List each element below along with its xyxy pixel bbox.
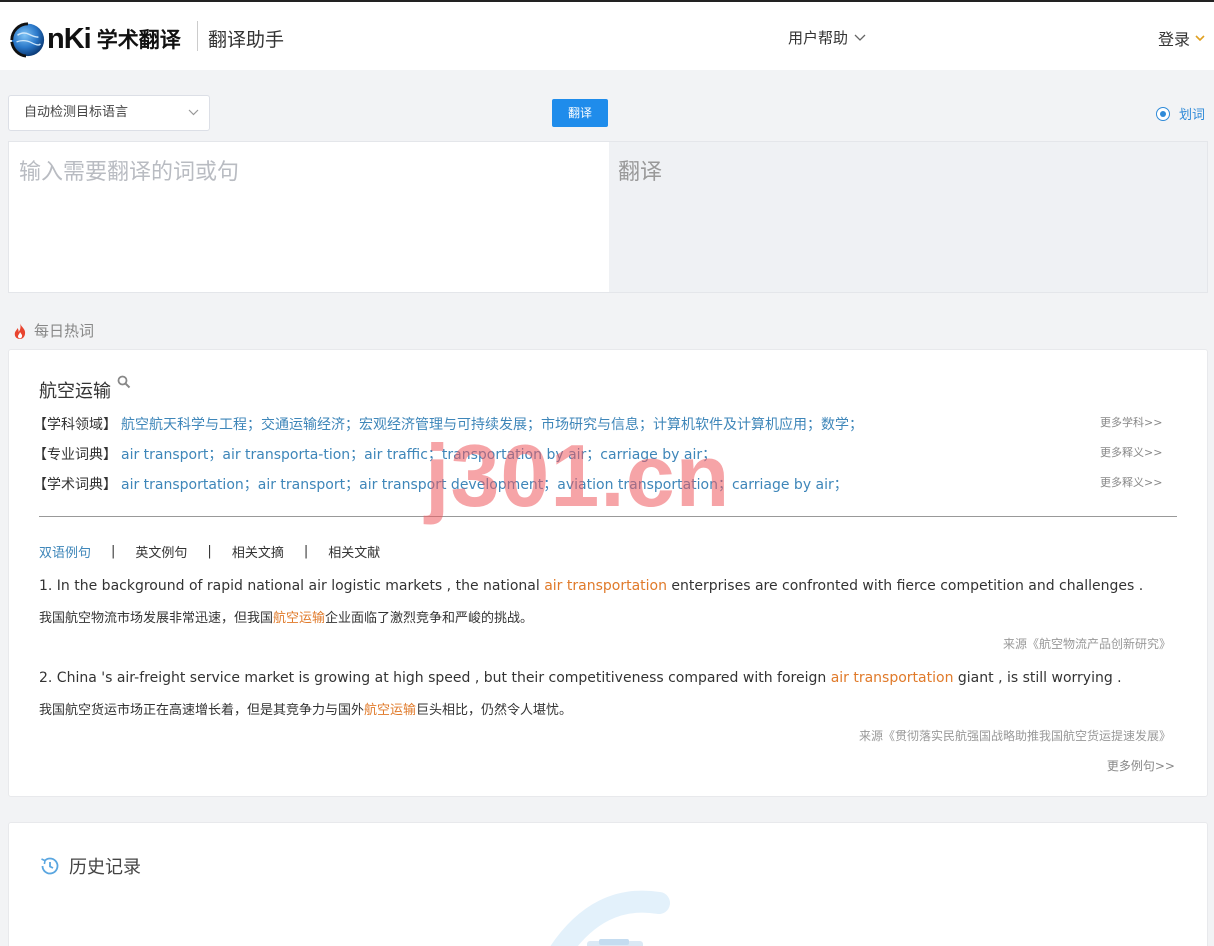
translation-output: 翻译 bbox=[609, 142, 1207, 292]
tab-related-literature[interactable]: 相关文献 bbox=[328, 542, 380, 561]
hot-word-term: 航空运输 bbox=[39, 375, 131, 403]
history-title: 历史记录 bbox=[69, 857, 141, 878]
brand-name: 学术翻译 bbox=[96, 28, 181, 52]
tab-separator: | bbox=[111, 544, 116, 559]
header: nKi 学术翻译 翻译助手 用户帮助 登录 bbox=[0, 2, 1214, 70]
target-language-value: 自动检测目标语言 bbox=[24, 105, 129, 120]
more-definitions-link[interactable]: 更多释义>> bbox=[1100, 444, 1162, 460]
history-heading: 历史记录 bbox=[39, 853, 141, 879]
hot-word-card: 航空运输 【学科领域】 航空航天科学与工程；交通运输经济；宏观经济管理与可持续发… bbox=[8, 349, 1208, 797]
sentence-text: enterprises are confronted with fierce c… bbox=[666, 578, 1144, 594]
academic-dict-row: 【学术词典】 air transportation；air transport；… bbox=[33, 474, 848, 494]
app-title: 翻译助手 bbox=[208, 29, 285, 51]
sentence-text: 我国航空货运市场正在高速增长着，但是其竞争力与国外 bbox=[39, 703, 365, 718]
sentence-text: 1. In the background of rapid national a… bbox=[39, 578, 545, 594]
chevron-down-icon bbox=[188, 109, 199, 116]
word-pick-toggle[interactable]: 划词 bbox=[1156, 104, 1205, 123]
help-menu[interactable]: 用户帮助 bbox=[788, 27, 866, 48]
globe-logo-icon bbox=[10, 22, 45, 58]
cnki-logo[interactable]: nKi 学术翻译 bbox=[8, 19, 181, 59]
definition-label: 【学科领域】 bbox=[33, 417, 117, 433]
radio-icon bbox=[1156, 106, 1170, 121]
tab-related-abstracts[interactable]: 相关文摘 bbox=[232, 542, 284, 561]
example-tabs: 双语例句 | 英文例句 | 相关文摘 | 相关文献 bbox=[39, 542, 380, 561]
more-examples-link[interactable]: 更多例句>> bbox=[1107, 757, 1175, 774]
hot-words-title: 每日热词 bbox=[34, 322, 95, 340]
word-pick-label: 划词 bbox=[1179, 108, 1206, 123]
history-panel: 历史记录 bbox=[8, 822, 1208, 946]
definition-label: 【专业词典】 bbox=[33, 447, 117, 463]
translation-panel: 输入需要翻译的词或句 翻译 bbox=[8, 141, 1208, 293]
sentence-text: 巨头相比，仍然令人堪忧。 bbox=[416, 703, 573, 718]
caret-down-icon bbox=[1195, 34, 1205, 41]
definition-values[interactable]: 航空航天科学与工程；交通运输经济；宏观经济管理与可持续发展；市场研究与信息；计算… bbox=[121, 414, 863, 434]
chevron-down-icon bbox=[854, 34, 866, 41]
definition-label: 【学术词典】 bbox=[33, 477, 117, 493]
sentence-text: giant , is still worrying . bbox=[953, 670, 1122, 686]
more-definitions-link[interactable]: 更多释义>> bbox=[1100, 474, 1162, 490]
target-language-select[interactable]: 自动检测目标语言 bbox=[8, 95, 210, 131]
definition-values[interactable]: air transportation；air transport；air tra… bbox=[121, 474, 848, 494]
brand-logo-text: nKi bbox=[47, 22, 92, 55]
clock-icon bbox=[41, 857, 59, 875]
term-text: 航空运输 bbox=[39, 381, 111, 402]
tab-separator: | bbox=[207, 544, 212, 559]
divider bbox=[39, 516, 1177, 517]
example-english-sentence: 1. In the background of rapid national a… bbox=[39, 578, 1143, 594]
tab-separator: | bbox=[303, 544, 309, 559]
login-label: 登录 bbox=[1158, 30, 1191, 49]
tab-bilingual-examples[interactable]: 双语例句 bbox=[39, 542, 91, 561]
login-menu[interactable]: 登录 bbox=[1158, 26, 1205, 50]
hot-words-heading: 每日热词 bbox=[12, 320, 94, 341]
translate-button[interactable]: 翻译 bbox=[552, 99, 608, 127]
example-source-link[interactable]: 来源《贯彻落实民航强国战略助推我国航空货运提速发展》 bbox=[859, 727, 1171, 744]
highlighted-term: air transportation bbox=[830, 670, 954, 686]
subject-field-row: 【学科领域】 航空航天科学与工程；交通运输经济；宏观经济管理与可持续发展；市场研… bbox=[33, 414, 863, 434]
example-chinese-sentence: 我国航空货运市场正在高速增长着，但是其竞争力与国外航空运输巨头相比，仍然令人堪忧… bbox=[39, 699, 572, 718]
highlighted-term: air transportation bbox=[544, 578, 667, 594]
example-chinese-sentence: 我国航空物流市场发展非常迅速，但我国航空运输企业面临了激烈竞争和严峻的挑战。 bbox=[39, 607, 533, 626]
example-source-link[interactable]: 来源《航空物流产品创新研究》 bbox=[1003, 635, 1171, 652]
more-subjects-link[interactable]: 更多学科>> bbox=[1100, 414, 1162, 430]
search-icon[interactable] bbox=[117, 375, 131, 389]
sentence-text: 企业面临了激烈竞争和严峻的挑战。 bbox=[325, 611, 534, 626]
highlighted-term: 航空运输 bbox=[364, 703, 417, 718]
empty-history-illustration bbox=[550, 890, 670, 946]
highlighted-term: 航空运输 bbox=[273, 611, 326, 626]
fire-icon bbox=[14, 322, 26, 339]
tab-english-examples[interactable]: 英文例句 bbox=[135, 542, 187, 561]
source-text-input[interactable]: 输入需要翻译的词或句 bbox=[9, 142, 609, 292]
example-english-sentence: 2. China 's air-freight service market i… bbox=[39, 670, 1122, 686]
help-menu-label: 用户帮助 bbox=[788, 29, 849, 47]
definition-values[interactable]: air transport；air transporta-tion；air tr… bbox=[121, 444, 716, 464]
logo-divider bbox=[197, 21, 198, 51]
professional-dict-row: 【专业词典】 air transport；air transporta-tion… bbox=[33, 444, 716, 464]
sentence-text: 2. China 's air-freight service market i… bbox=[39, 670, 831, 686]
sentence-text: 我国航空物流市场发展非常迅速，但我国 bbox=[39, 611, 274, 626]
